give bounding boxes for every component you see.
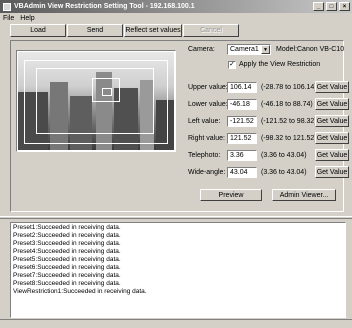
toolbar: Load Send Reflect set values Cancel	[10, 24, 290, 38]
telephoto-get-value-button[interactable]: Get Value	[315, 149, 349, 161]
log-line: Preset4:Succeeded in receiving data.	[13, 248, 121, 255]
upper-get-value-button[interactable]: Get Value	[315, 81, 349, 93]
right-value-input[interactable]: 121.52	[227, 133, 257, 144]
log-panel[interactable]: Preset1:Succeeded in receiving data. Pres…	[10, 222, 346, 318]
model-label: Model:	[276, 46, 298, 53]
camera-preview	[16, 50, 176, 152]
log-line: Preset7:Succeeded in receiving data.	[13, 272, 121, 279]
title-bar: VBAdmin View Restriction Setting Tool - …	[0, 0, 352, 13]
window-title: VBAdmin View Restriction Setting Tool - …	[14, 3, 195, 10]
right-value-label: Right value:	[188, 135, 225, 142]
apply-restriction-label: Apply the View Restriction	[239, 61, 321, 68]
log-line: Preset3:Succeeded in receiving data.	[13, 240, 121, 247]
send-button[interactable]: Send	[67, 24, 123, 37]
cancel-button[interactable]: Cancel	[183, 24, 239, 37]
log-line: Preset6:Succeeded in receiving data.	[13, 264, 121, 271]
camera-label: Camera:	[188, 46, 215, 53]
splitter[interactable]	[0, 216, 352, 219]
log-line: Preset5:Succeeded in receiving data.	[13, 256, 121, 263]
log-line: ViewRestriction1:Succeeded in receiving …	[13, 288, 147, 295]
log-line: Preset8:Succeeded in receiving data.	[13, 280, 121, 287]
center-rect[interactable]	[102, 88, 112, 96]
apply-restriction-checkbox[interactable]: ✓	[228, 61, 236, 69]
telephoto-value-label: Telephoto:	[188, 152, 221, 159]
upper-value-label: Upper value:	[188, 84, 228, 91]
lower-value-label: Lower value:	[188, 101, 228, 108]
upper-range-text: (-28.78 to 106.14)	[261, 84, 317, 91]
close-button[interactable]: ×	[339, 2, 350, 11]
menu-file[interactable]: File	[3, 15, 14, 22]
wide-angle-value-input[interactable]: 43.04	[227, 167, 257, 178]
model-value: Canon VB-C10	[297, 46, 345, 53]
chevron-down-icon[interactable]: ▼	[261, 45, 270, 54]
wide-angle-range-text: (3.36 to 43.04)	[261, 169, 307, 176]
lower-get-value-button[interactable]: Get Value	[315, 98, 349, 110]
maximize-button[interactable]: □	[326, 2, 337, 11]
app-icon	[3, 2, 11, 11]
status-bar	[0, 319, 352, 328]
left-value-label: Left value:	[188, 118, 221, 125]
telephoto-range-text: (3.36 to 43.04)	[261, 152, 307, 159]
lower-range-text: (-46.18 to 88.74)	[261, 101, 313, 108]
telephoto-value-input[interactable]: 3.36	[227, 150, 257, 161]
preview-button[interactable]: Preview	[200, 189, 262, 201]
wide-angle-get-value-button[interactable]: Get Value	[315, 166, 349, 178]
wide-angle-value-label: Wide-angle:	[188, 169, 226, 176]
load-button[interactable]: Load	[10, 24, 66, 37]
menu-bar: File Help	[0, 13, 352, 23]
lower-value-input[interactable]: -46.18	[227, 99, 257, 110]
log-line: Preset2:Succeeded in receiving data.	[13, 232, 121, 239]
camera-image	[18, 52, 174, 150]
upper-value-input[interactable]: 106.14	[227, 82, 257, 93]
camera-select-value: Camera1	[230, 46, 259, 53]
admin-viewer-button[interactable]: Admin Viewer...	[272, 189, 336, 201]
right-get-value-button[interactable]: Get Value	[315, 132, 349, 144]
reflect-set-values-button[interactable]: Reflect set values	[124, 24, 182, 37]
camera-select[interactable]: Camera1 ▼	[227, 44, 271, 55]
right-range-text: (-98.32 to 121.52)	[261, 135, 317, 142]
left-range-text: (-121.52 to 98.32)	[261, 118, 317, 125]
menu-help[interactable]: Help	[20, 15, 34, 22]
left-value-input[interactable]: -121.52	[227, 116, 257, 127]
minimize-button[interactable]: _	[313, 2, 324, 11]
left-get-value-button[interactable]: Get Value	[315, 115, 349, 127]
log-line: Preset1:Succeeded in receiving data.	[13, 224, 121, 231]
